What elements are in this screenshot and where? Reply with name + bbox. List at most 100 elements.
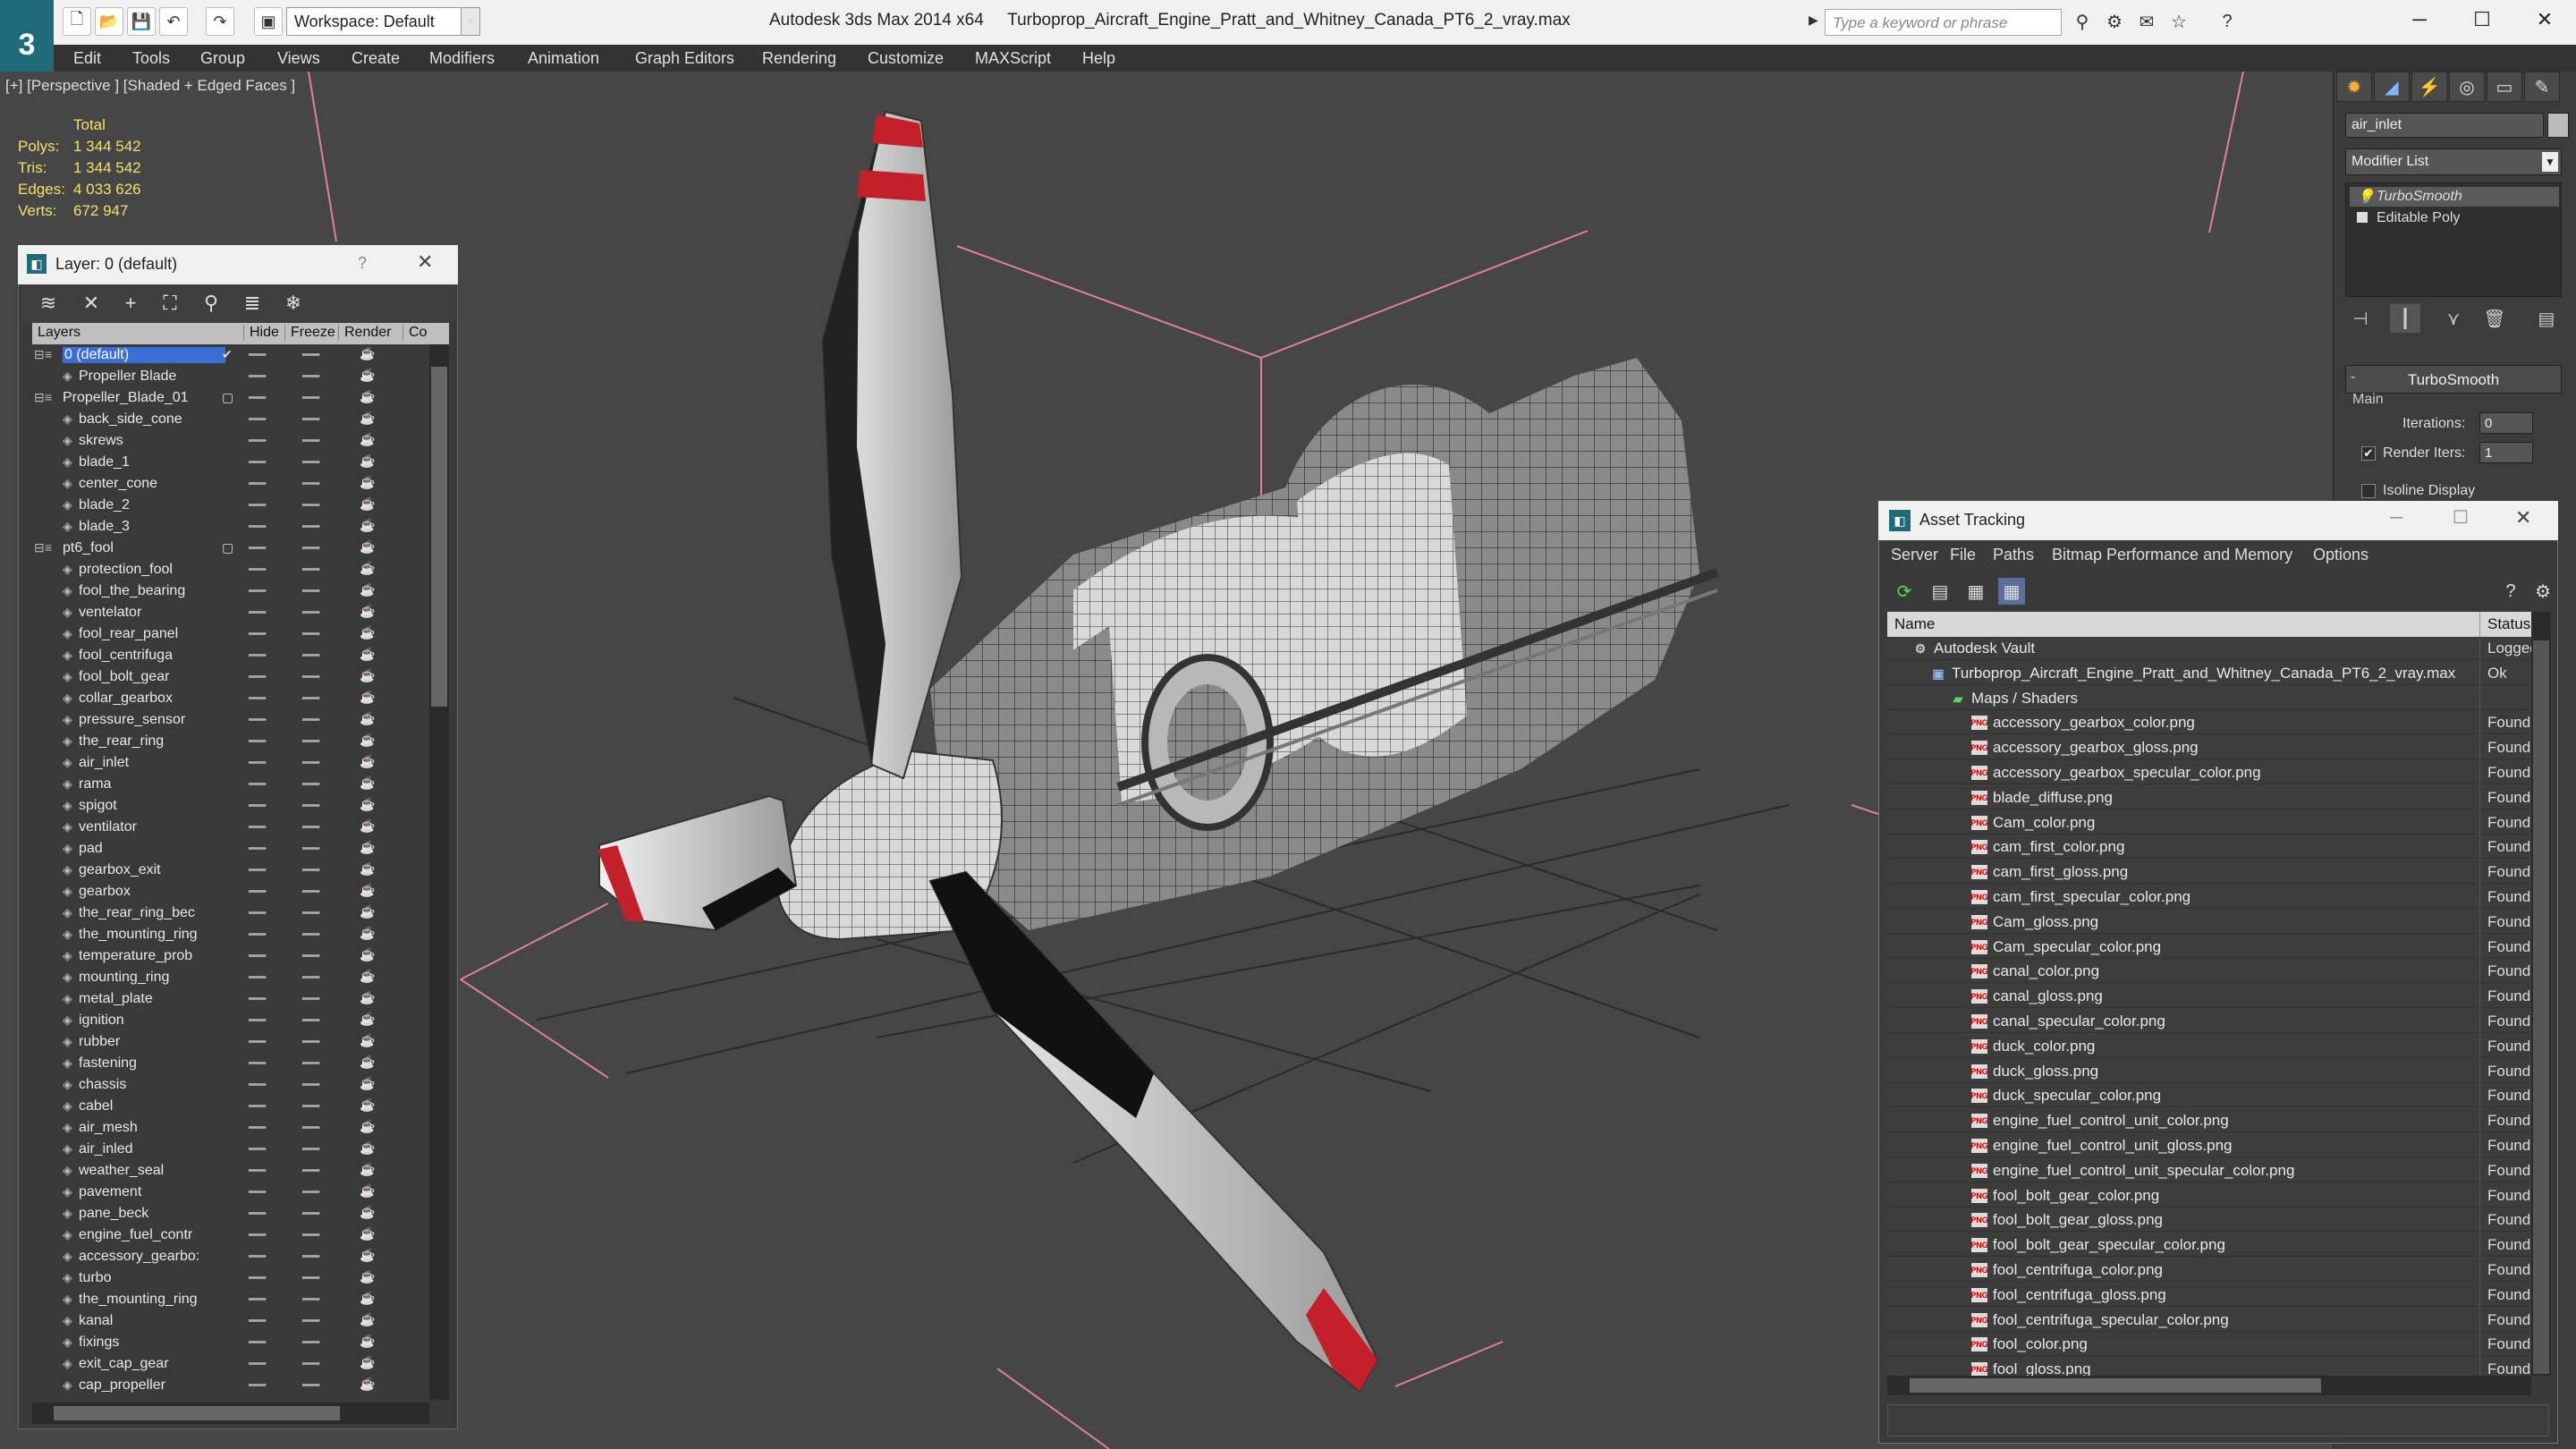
render-teapot-icon[interactable]: ☕: [360, 1248, 375, 1263]
freeze-toggle[interactable]: ━━: [302, 539, 319, 557]
layer-object-row[interactable]: ◈ cabel ━━ ━━ ☕: [32, 1096, 426, 1117]
hide-toggle[interactable]: ━━: [249, 1248, 266, 1266]
asset-row[interactable]: PNG canal_specular_color.png Found: [1887, 1010, 2531, 1036]
hide-toggle[interactable]: ━━: [249, 1312, 266, 1330]
freeze-toggle[interactable]: ━━: [302, 1226, 319, 1244]
freeze-toggle[interactable]: ━━: [302, 1269, 319, 1287]
menu-customize[interactable]: Customize: [868, 49, 944, 68]
col-name[interactable]: Name: [1894, 615, 1935, 633]
chevron-down-icon[interactable]: ▼: [2542, 152, 2558, 172]
render-teapot-icon[interactable]: ☕: [360, 625, 375, 640]
freeze-toggle[interactable]: ━━: [302, 818, 319, 836]
layer-close-button[interactable]: ✕: [417, 250, 433, 274]
render-teapot-icon[interactable]: ☕: [360, 947, 375, 962]
layer-object-row[interactable]: ◈ blade_2 ━━ ━━ ☕: [32, 495, 426, 516]
hide-toggle[interactable]: ━━: [249, 475, 266, 493]
help-icon[interactable]: ?: [2497, 578, 2524, 605]
asset-minimize-button[interactable]: ─: [2390, 508, 2402, 529]
object-color-swatch[interactable]: [2547, 113, 2569, 138]
hide-toggle[interactable]: ━━: [249, 453, 266, 471]
freeze-toggle[interactable]: ━━: [302, 690, 319, 708]
hide-toggle[interactable]: ━━: [249, 840, 266, 858]
list-view-icon[interactable]: ▤: [1927, 578, 1953, 605]
freeze-toggle[interactable]: ━━: [302, 1162, 319, 1180]
layer-object-row[interactable]: ◈ collar_gearbox ━━ ━━ ☕: [32, 688, 426, 709]
hide-toggle[interactable]: ━━: [249, 561, 266, 579]
asset-row[interactable]: PNG accessory_gearbox_gloss.png Found: [1887, 736, 2531, 762]
asset-row[interactable]: PNG canal_gloss.png Found: [1887, 985, 2531, 1011]
hide-toggle[interactable]: ━━: [249, 496, 266, 514]
freeze-toggle[interactable]: ━━: [302, 668, 319, 686]
light-bulb-icon[interactable]: 💡: [2357, 188, 2375, 206]
layer-object-row[interactable]: ◈ engine_fuel_contr ━━ ━━ ☕: [32, 1224, 426, 1246]
render-teapot-icon[interactable]: ☕: [360, 561, 375, 576]
collapse-toggle-icon[interactable]: ⊟: [34, 390, 45, 405]
asset-row[interactable]: PNG blade_diffuse.png Found: [1887, 786, 2531, 812]
hide-toggle[interactable]: ━━: [249, 861, 266, 879]
close-button[interactable]: ✕: [2513, 0, 2576, 39]
layer-object-row[interactable]: ◈ back_side_cone ━━ ━━ ☕: [32, 409, 426, 430]
search-input[interactable]: Type a keyword or phrase: [1825, 9, 2062, 36]
hide-toggle[interactable]: ━━: [249, 1377, 266, 1394]
asset-close-button[interactable]: ✕: [2515, 506, 2531, 530]
layer-object-row[interactable]: ◈ the_rear_ring_bec ━━ ━━ ☕: [32, 902, 426, 924]
col-render[interactable]: Render: [338, 325, 391, 341]
render-teapot-icon[interactable]: ☕: [360, 690, 375, 705]
hide-toggle[interactable]: ━━: [249, 539, 266, 557]
help-icon[interactable]: ?: [2215, 9, 2240, 34]
highlight-layer-icon[interactable]: ⚲: [197, 290, 225, 317]
asset-row[interactable]: ▣ Turboprop_Aircraft_Engine_Pratt_and_Whi…: [1887, 662, 2531, 688]
layer-object-row[interactable]: ◈ chassis ━━ ━━ ☕: [32, 1074, 426, 1096]
render-teapot-icon[interactable]: ☕: [360, 496, 375, 512]
menu-help[interactable]: Help: [1082, 49, 1115, 68]
asset-vertical-scroll-thumb[interactable]: [2533, 640, 2549, 1374]
freeze-toggle[interactable]: ━━: [302, 475, 319, 493]
layer-object-row[interactable]: ◈ the_rear_ring ━━ ━━ ☕: [32, 731, 426, 752]
layer-help-button[interactable]: ?: [358, 254, 367, 273]
asset-row[interactable]: ⚙ Autodesk Vault Logged: [1887, 637, 2531, 663]
hide-toggle[interactable]: ━━: [249, 1012, 266, 1030]
layer-row[interactable]: ⊟ ≡ Propeller_Blade_01 ▢ ━━ ━━ ☕: [32, 387, 426, 409]
workspace-dropdown[interactable]: Workspace: Default: [286, 7, 479, 36]
freeze-toggle[interactable]: ━━: [302, 432, 319, 450]
freeze-toggle[interactable]: ━━: [302, 1377, 319, 1394]
modifier-list-dropdown[interactable]: Modifier List: [2345, 148, 2562, 175]
hide-toggle[interactable]: ━━: [249, 1291, 266, 1309]
render-teapot-icon[interactable]: ☕: [360, 1033, 375, 1048]
render-teapot-icon[interactable]: ☕: [360, 840, 375, 855]
new-file-icon[interactable]: 🗋: [63, 7, 91, 36]
layer-object-row[interactable]: ◈ fixings ━━ ━━ ☕: [32, 1332, 426, 1353]
asset-row[interactable]: PNG engine_fuel_control_unit_specular_col…: [1887, 1159, 2531, 1185]
freeze-toggle[interactable]: ━━: [302, 840, 319, 858]
asset-row[interactable]: PNG duck_gloss.png Found: [1887, 1060, 2531, 1086]
freeze-toggle[interactable]: ━━: [302, 582, 319, 600]
render-teapot-icon[interactable]: ☕: [360, 453, 375, 469]
hide-toggle[interactable]: ━━: [249, 733, 266, 750]
configure-sets-icon[interactable]: ▤: [2531, 304, 2562, 333]
hide-toggle[interactable]: ━━: [249, 432, 266, 450]
display-tab-icon[interactable]: ▭: [2487, 72, 2522, 102]
asset-horizontal-scroll-thumb[interactable]: [1910, 1378, 2321, 1393]
save-icon[interactable]: 💾: [127, 7, 156, 36]
asset-row[interactable]: PNG canal_color.png Found: [1887, 960, 2531, 986]
layer-object-row[interactable]: ◈ blade_1 ━━ ━━ ☕: [32, 452, 426, 473]
render-teapot-icon[interactable]: ☕: [360, 518, 375, 533]
hide-toggle[interactable]: ━━: [249, 754, 266, 772]
render-teapot-icon[interactable]: ☕: [360, 969, 375, 984]
asset-row[interactable]: PNG fool_centrifuga_color.png Found: [1887, 1258, 2531, 1284]
freeze-toggle[interactable]: ━━: [302, 1076, 319, 1094]
asset-row[interactable]: PNG fool_bolt_gear_specular_color.png Foun…: [1887, 1233, 2531, 1259]
freeze-toggle[interactable]: ━━: [302, 861, 319, 879]
hide-toggle[interactable]: ━━: [249, 990, 266, 1008]
freeze-toggle[interactable]: ━━: [302, 1119, 319, 1137]
asset-maximize-button[interactable]: ☐: [2453, 506, 2469, 529]
layer-object-row[interactable]: ◈ pavement ━━ ━━ ☕: [32, 1182, 426, 1203]
project-folder-icon[interactable]: ▣: [254, 7, 283, 36]
menu-tools[interactable]: Tools: [132, 49, 170, 68]
remove-modifier-icon[interactable]: 🗑: [2479, 304, 2510, 333]
menu-graph-editors[interactable]: Graph Editors: [635, 49, 734, 68]
layer-object-row[interactable]: ◈ cap_propeller ━━ ━━ ☕: [32, 1375, 426, 1396]
render-teapot-icon[interactable]: ☕: [360, 1205, 375, 1220]
hide-toggle[interactable]: ━━: [249, 711, 266, 729]
hide-toggle[interactable]: ━━: [249, 1162, 266, 1180]
